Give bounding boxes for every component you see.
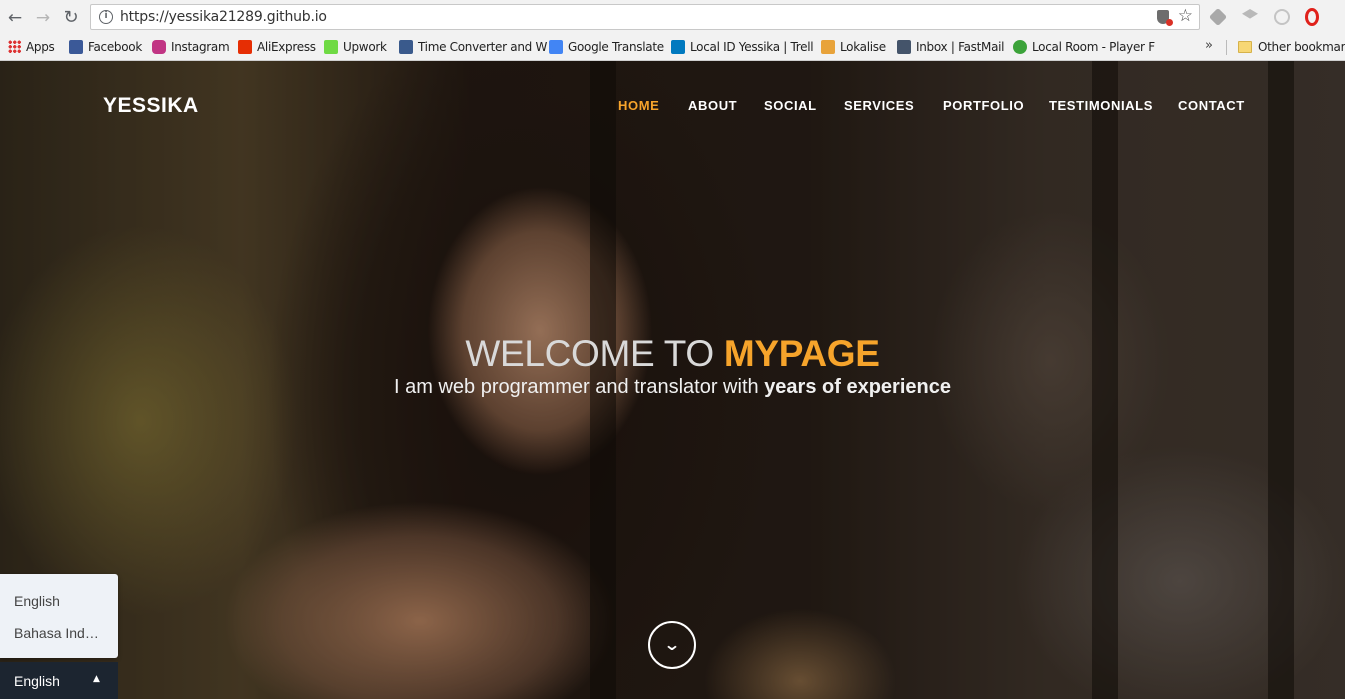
folder-icon (1238, 41, 1252, 53)
nav-social[interactable]: SOCIAL (764, 98, 817, 113)
facebook-icon (69, 40, 83, 54)
address-bar[interactable]: i https://yessika21289.github.io ☆ (90, 4, 1200, 30)
bookmarks-divider (1226, 40, 1227, 55)
bookmark-lokalise[interactable]: Lokalise (821, 38, 886, 56)
hero-section: YESSIKA HOME ABOUT SOCIAL SERVICES PORTF… (0, 61, 1345, 699)
bookmark-instagram[interactable]: Instagram (152, 38, 230, 56)
bookmark-label: Apps (26, 40, 55, 54)
bookmark-label: Instagram (171, 40, 230, 54)
extension-cube-icon[interactable] (1208, 7, 1228, 27)
bookmark-time-converter[interactable]: Time Converter and W (399, 38, 547, 56)
nav-portfolio[interactable]: PORTFOLIO (943, 98, 1024, 113)
bookmark-star-icon[interactable]: ☆ (1178, 6, 1193, 26)
info-icon[interactable]: i (99, 10, 113, 24)
language-current: English (14, 673, 60, 689)
nav-testimonials[interactable]: TESTIMONIALS (1049, 98, 1153, 113)
bookmarks-overflow-chevron-icon[interactable]: » (1205, 38, 1213, 53)
hero-heading: WELCOME TO MYPAGE (0, 333, 1345, 375)
bookmark-label: AliExpress (257, 40, 316, 54)
reload-icon[interactable]: ↻ (60, 7, 82, 29)
hero-heading-highlight: MYPAGE (723, 333, 880, 374)
bookmark-label: Google Translate (568, 40, 664, 54)
bookmark-aliexpress[interactable]: AliExpress (238, 38, 316, 56)
opera-icon[interactable] (1305, 8, 1319, 26)
bookmark-facebook[interactable]: Facebook (69, 38, 142, 56)
mail-icon (897, 40, 911, 54)
nav-home[interactable]: HOME (618, 98, 659, 113)
bookmark-label: Local ID Yessika | Trell (690, 40, 814, 54)
hero-tagline-bold: years of experience (764, 376, 951, 398)
bookmark-label: Inbox | FastMail (916, 40, 1005, 54)
bookmark-apps[interactable]: Apps (8, 38, 55, 56)
nav-services[interactable]: SERVICES (844, 98, 914, 113)
local-room-icon (1013, 40, 1027, 54)
instagram-icon (152, 40, 166, 54)
scroll-down-button[interactable]: ⌄ (648, 621, 696, 669)
lokalise-icon (821, 40, 835, 54)
upwork-icon (324, 40, 338, 54)
bookmark-google-translate[interactable]: Google Translate (549, 38, 664, 56)
bookmark-label: Upwork (343, 40, 387, 54)
dropbox-icon[interactable] (1242, 9, 1258, 19)
bookmark-label: Time Converter and W (418, 40, 548, 54)
bookmark-trello[interactable]: Local ID Yessika | Trell (671, 38, 814, 56)
language-option-bahasa-indonesia[interactable]: Bahasa Indonesia (14, 625, 104, 641)
bookmark-label: Other bookmark (1258, 40, 1345, 54)
forward-arrow-icon[interactable]: → (32, 7, 54, 29)
bookmark-local-room[interactable]: Local Room - Player F (1013, 38, 1155, 56)
aliexpress-icon (238, 40, 252, 54)
bookmark-label: Lokalise (840, 40, 886, 54)
apps-grid-icon (8, 40, 21, 53)
site-brand[interactable]: YESSIKA (103, 94, 199, 118)
url-text[interactable]: https://yessika21289.github.io (120, 9, 327, 25)
language-dropdown-menu: English Bahasa Indonesia (0, 574, 118, 658)
bookmark-label: Facebook (88, 40, 142, 54)
bookmark-other-folder[interactable]: Other bookmark (1238, 38, 1345, 56)
browser-chrome: ← → ↻ i https://yessika21289.github.io ☆… (0, 0, 1345, 61)
bookmarks-bar: Apps Facebook Instagram AliExpress Upwor… (0, 34, 1345, 60)
trello-icon (671, 40, 685, 54)
hero-heading-prefix: WELCOME TO (465, 333, 724, 374)
bookmark-label: Local Room - Player F (1032, 40, 1155, 54)
nav-about[interactable]: ABOUT (688, 98, 737, 113)
blocked-content-icon[interactable] (1157, 10, 1173, 26)
caret-up-icon: ▲ (93, 674, 100, 684)
hero-tagline: I am web programmer and translator with … (0, 376, 1345, 399)
extension-circle-icon[interactable] (1274, 9, 1290, 25)
time-converter-icon (399, 40, 413, 54)
nav-contact[interactable]: CONTACT (1178, 98, 1245, 113)
bookmark-upwork[interactable]: Upwork (324, 38, 387, 56)
google-translate-icon (549, 40, 563, 54)
chevron-down-icon: ⌄ (663, 635, 681, 654)
browser-toolbar: ← → ↻ i https://yessika21289.github.io ☆ (0, 0, 1345, 34)
back-arrow-icon[interactable]: ← (4, 7, 26, 29)
language-option-english[interactable]: English (14, 593, 104, 609)
hero-tagline-text: I am web programmer and translator with (394, 376, 765, 398)
language-selector[interactable]: English ▲ (0, 662, 118, 699)
bookmark-fastmail[interactable]: Inbox | FastMail (897, 38, 1005, 56)
